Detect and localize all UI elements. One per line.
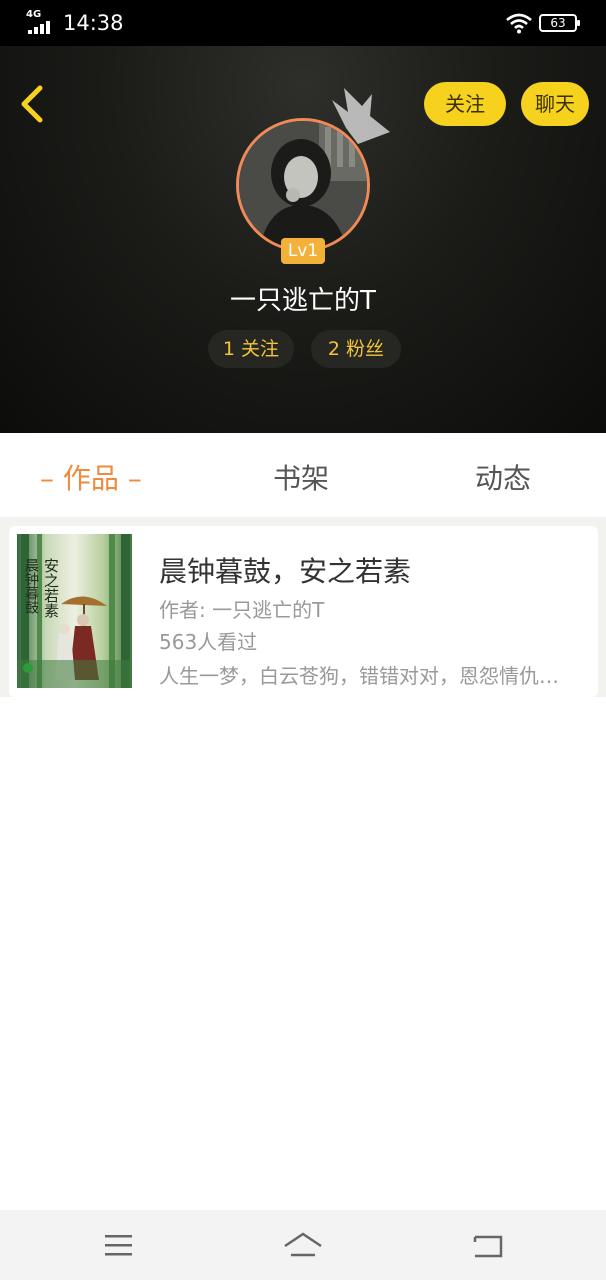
fans-count[interactable]: 2 粉丝 xyxy=(311,330,401,368)
profile-header: 4G 14:38 63 关注 聊天 Lv1 一只逃亡的T 1 关注 2 粉丝 xyxy=(0,0,606,433)
list-item[interactable]: 晨钟暮鼓 安之若素 晨钟暮鼓，安之若素 作者: 一只逃亡的T 563人看过 人生… xyxy=(9,526,598,697)
chevron-left-icon xyxy=(21,85,43,123)
tab-bookshelf[interactable]: 书架 xyxy=(273,457,329,497)
system-nav-bar xyxy=(0,1210,606,1280)
tab-activity[interactable]: 动态 xyxy=(475,457,531,497)
home-icon[interactable] xyxy=(283,1230,323,1260)
avatar[interactable] xyxy=(236,118,370,252)
book-author: 作者: 一只逃亡的T xyxy=(159,598,325,622)
status-time: 14:38 xyxy=(63,11,124,35)
status-bar: 4G 14:38 63 xyxy=(0,0,606,46)
level-badge: Lv1 xyxy=(281,238,325,264)
wifi-icon xyxy=(505,12,533,34)
signal-icon: 4G xyxy=(26,9,56,34)
network-type: 4G xyxy=(26,9,42,20)
back-button[interactable] xyxy=(14,82,54,126)
follow-button[interactable]: 关注 xyxy=(424,82,506,126)
tab-works[interactable]: – 作品 – xyxy=(40,457,142,497)
tab-bar: – 作品 – 书架 动态 xyxy=(0,433,606,517)
svg-text:晨钟暮鼓: 晨钟暮鼓 xyxy=(23,558,39,614)
book-cover: 晨钟暮鼓 安之若素 xyxy=(17,534,132,688)
return-icon[interactable] xyxy=(467,1230,507,1260)
following-count[interactable]: 1 关注 xyxy=(208,330,294,368)
battery-icon: 63 xyxy=(539,14,580,32)
username: 一只逃亡的T xyxy=(230,286,376,316)
svg-text:安之若素: 安之若素 xyxy=(42,558,60,618)
menu-icon[interactable] xyxy=(99,1230,139,1260)
book-intro: 人生一梦，白云苍狗，错错对对，恩怨情仇皆过眼云烟 xyxy=(159,664,569,688)
book-title: 晨钟暮鼓，安之若素 xyxy=(159,555,412,588)
book-view-count: 563人看过 xyxy=(159,630,258,654)
chat-button[interactable]: 聊天 xyxy=(521,82,589,126)
